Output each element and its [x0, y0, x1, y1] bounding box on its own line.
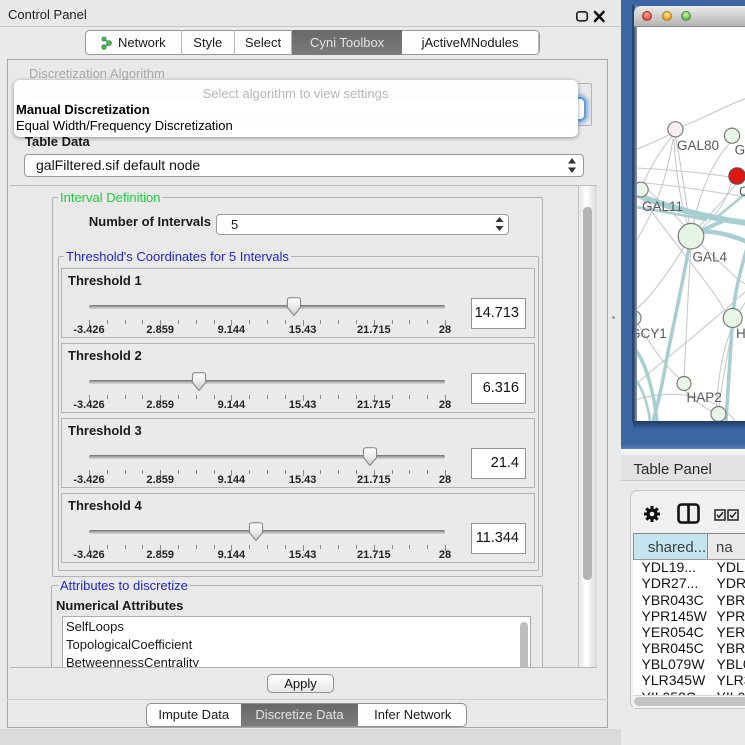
svg-text:GAL80: GAL80 [677, 138, 719, 153]
svg-text:H: H [736, 326, 745, 341]
svg-text:HAP2: HAP2 [687, 390, 722, 405]
svg-text:GCY1: GCY1 [637, 326, 667, 341]
svg-text:GAL4: GAL4 [693, 250, 728, 265]
svg-text:GA: GA [735, 143, 745, 158]
svg-text:GAL11: GAL11 [642, 199, 683, 214]
svg-text:C: C [739, 184, 745, 199]
